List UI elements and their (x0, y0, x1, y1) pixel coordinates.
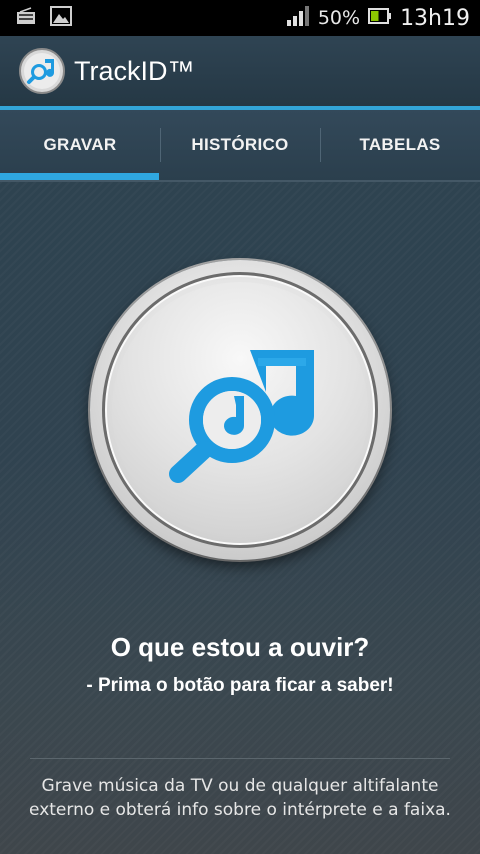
status-bar: 50% 13h19 (0, 0, 480, 36)
battery-percent: 50% (317, 7, 361, 29)
tab-bar: GRAVAR HISTÓRICO TABELAS (0, 110, 480, 182)
record-panel: O que estou a ouvir? - Prima o botão par… (0, 182, 480, 854)
info-text: Grave música da TV ou de qualquer altifa… (20, 774, 460, 822)
search-music-note-icon (158, 322, 328, 492)
battery-icon (368, 6, 392, 30)
action-bar: TrackID™ (0, 36, 480, 106)
tab-tabelas[interactable]: TABELAS (320, 110, 480, 180)
question-heading: O que estou a ouvir? (110, 632, 370, 662)
info-line-2: externo e obterá info sobre o intérprete… (29, 800, 451, 820)
tab-gravar[interactable]: GRAVAR (0, 110, 160, 180)
image-icon (50, 6, 72, 30)
trackid-logo-icon[interactable] (18, 47, 66, 95)
clock: 13h19 (400, 5, 470, 31)
selected-tab-indicator (0, 173, 159, 180)
radio-icon (16, 7, 36, 29)
tab-historico[interactable]: HISTÓRICO (160, 110, 320, 180)
instruction-text: - Prima o botão para ficar a saber! (86, 675, 394, 696)
record-button[interactable] (90, 260, 390, 560)
info-line-1: Grave música da TV ou de qualquer altifa… (41, 776, 439, 796)
signal-bars-icon (286, 5, 310, 31)
app-title: TrackID™ (74, 55, 195, 86)
divider (30, 758, 450, 759)
